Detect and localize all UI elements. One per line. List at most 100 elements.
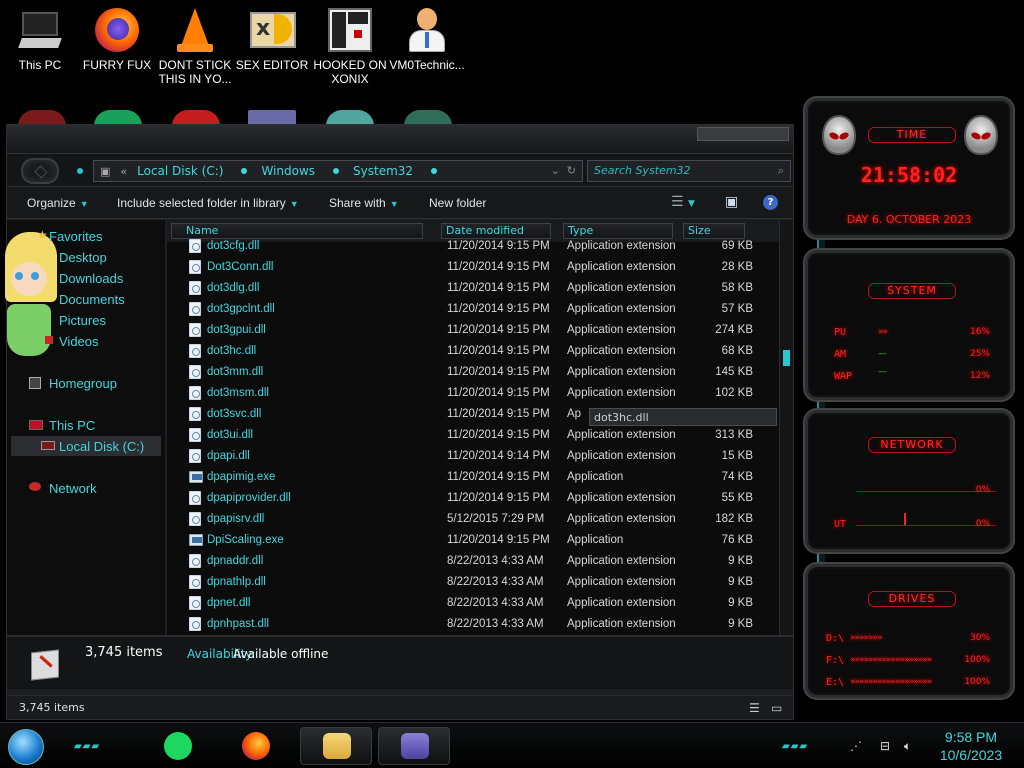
breadcrumb-system32[interactable]: System32 (353, 164, 413, 178)
breadcrumb-back[interactable]: « (120, 165, 127, 178)
preview-pane-icon[interactable]: ▣ (725, 194, 738, 210)
table-row[interactable]: dpapisrv.dll 5/12/2015 7:29 PM Application… (167, 509, 779, 530)
file-size: 274 KB (715, 324, 753, 336)
thumbnail-view-icon[interactable]: ▭ (771, 701, 782, 715)
table-row[interactable]: dpnhpast.dll 8/22/2013 4:33 AM Application… (167, 614, 779, 635)
table-row[interactable]: dot3dlg.dll 11/20/2014 9:15 PM Application… (167, 278, 779, 299)
app-taskbar-button[interactable] (378, 727, 450, 765)
table-row[interactable]: DpiScaling.exe 11/20/2014 9:15 PM Applicat… (167, 530, 779, 551)
breadcrumb-windows[interactable]: Windows (261, 164, 315, 178)
search-icon[interactable]: ⌕ (778, 164, 784, 178)
sidebar-item-desktop[interactable]: Desktop (59, 250, 107, 265)
table-row[interactable]: dpapi.dll 11/20/2014 9:14 PM Application e… (167, 446, 779, 467)
vertical-scrollbar[interactable] (779, 220, 793, 635)
sidebar-item-local-disk[interactable]: Local Disk (C:) (11, 436, 161, 456)
file-type: Application extension (567, 387, 676, 399)
scrollbar-thumb[interactable] (783, 350, 790, 366)
sidebar-item-downloads[interactable]: Downloads (59, 271, 123, 286)
sidebar-item-homegroup[interactable]: Homegroup (49, 376, 117, 391)
explorer-taskbar-button[interactable] (300, 727, 372, 765)
file-size: 55 KB (721, 492, 753, 504)
view-options-icon[interactable]: ☰ ▼ (671, 194, 695, 210)
spotify-icon (164, 732, 192, 760)
volume-icon[interactable]: 🔈︎ (904, 739, 911, 754)
dll-file-icon (189, 386, 201, 400)
table-row[interactable]: dpapiprovider.dll 11/20/2014 9:15 PM Appli… (167, 488, 779, 509)
desktop-icon-vm0technic[interactable]: VM0Technic... (389, 6, 465, 90)
file-date: 11/20/2014 9:15 PM (447, 492, 550, 504)
spotify-taskbar-button[interactable] (150, 727, 210, 765)
doctor-avatar-icon (403, 6, 451, 54)
file-type: Application extension (567, 576, 676, 588)
network-tray-icon[interactable]: ⊟ (880, 739, 890, 753)
file-type: Application extension (567, 261, 676, 273)
details-pane: 3,745 items Availability: Available offl… (7, 635, 793, 689)
sidebar-item-documents[interactable]: Documents (59, 292, 125, 307)
desktop-icon-firefox[interactable]: FURRY FUX (79, 6, 155, 90)
table-row[interactable]: dpapimig.exe 11/20/2014 9:15 PM Applicatio… (167, 467, 779, 488)
include-in-library-button[interactable]: Include selected folder in library ▼ (117, 196, 299, 210)
file-name: dpapisrv.dll (207, 513, 265, 525)
dll-file-icon (189, 596, 201, 610)
table-row[interactable]: dot3hc.dll 11/20/2014 9:15 PM Application … (167, 341, 779, 362)
address-dropdown-refresh-icon[interactable]: ⌄ ↻ (551, 164, 576, 177)
window-titlebar[interactable] (7, 125, 793, 153)
new-folder-button[interactable]: New folder (429, 196, 486, 210)
desktop-icon-this-pc[interactable]: This PC (2, 6, 78, 90)
table-row[interactable]: Dot3Conn.dll 11/20/2014 9:15 PM Applicatio… (167, 257, 779, 278)
breadcrumb-local-disk[interactable]: Local Disk (C:) (137, 164, 223, 178)
file-type: Application extension (567, 240, 676, 252)
file-size: 182 KB (715, 513, 753, 525)
file-name: Dot3Conn.dll (207, 261, 274, 273)
desktop-icon-vlc[interactable]: DONT STICK THIS IN YO... (157, 6, 233, 90)
sidebar-item-favorites[interactable]: Favorites (49, 229, 102, 244)
table-row[interactable]: dpnathlp.dll 8/22/2013 4:33 AM Application… (167, 572, 779, 593)
firefox-taskbar-button[interactable] (228, 727, 288, 765)
file-size: 9 KB (728, 597, 753, 609)
table-row[interactable]: dot3cfg.dll 11/20/2014 9:15 PM Application… (167, 236, 779, 257)
details-view-icon[interactable]: ☰ (749, 701, 760, 715)
item-count: 3,745 items (85, 645, 163, 660)
sidebar-item-videos[interactable]: Videos (59, 334, 99, 349)
help-icon[interactable]: ? (763, 195, 778, 210)
table-row[interactable]: dot3gpui.dll 11/20/2014 9:15 PM Applicatio… (167, 320, 779, 341)
command-bar: Organize ▼ Include selected folder in lib… (7, 187, 793, 219)
table-row[interactable]: dot3ui.dll 11/20/2014 9:15 PM Application … (167, 425, 779, 446)
table-row[interactable]: dpnet.dll 8/22/2013 4:33 AM Application ex… (167, 593, 779, 614)
file-date: 11/20/2014 9:15 PM (447, 471, 550, 483)
table-row[interactable]: dot3msm.dll 11/20/2014 9:15 PM Application… (167, 383, 779, 404)
desktop-icon-hex-editor[interactable]: x SEX EDITOR (234, 6, 310, 90)
organize-button[interactable]: Organize ▼ (27, 196, 89, 210)
table-row[interactable]: dpnaddr.dll 8/22/2013 4:33 AM Application … (167, 551, 779, 572)
file-date: 8/22/2013 4:33 AM (447, 555, 544, 567)
desktop-icon-xonix[interactable]: HOOKED ON XONIX (312, 6, 388, 90)
address-bar[interactable]: ▣ « Local Disk (C:) Windows System32 ⌄ ↻ (93, 160, 583, 182)
time-gadget-title: TIME (868, 127, 956, 143)
start-button[interactable] (8, 729, 44, 765)
file-size: 76 KB (721, 534, 753, 546)
show-hidden-icons-icon[interactable]: ⋰ (850, 739, 862, 753)
computer-icon (16, 6, 64, 54)
table-row[interactable]: dot3gpclnt.dll 11/20/2014 9:15 PM Applicat… (167, 299, 779, 320)
share-with-button[interactable]: Share with ▼ (329, 196, 399, 210)
window-caption-buttons[interactable] (697, 127, 789, 141)
sidebar-item-network[interactable]: Network (49, 481, 97, 496)
file-size: 57 KB (721, 303, 753, 315)
table-row[interactable]: dot3mm.dll 11/20/2014 9:15 PM Application … (167, 362, 779, 383)
system-gadget[interactable]: SYSTEM PU »» 16% AM — 25% WAP — 12% (805, 250, 1013, 400)
drives-gadget[interactable]: DRIVES D:\ »»»»»»» 30% F:\ »»»»»»»»»»»»»… (805, 564, 1013, 698)
swap-label: WAP (834, 371, 853, 382)
network-gadget[interactable]: NETWORK 0% UT 0% (805, 410, 1013, 552)
file-type: Application extension (567, 366, 676, 378)
window-app-icon (401, 733, 429, 759)
desktop-icon-label: VM0Technic... (389, 58, 465, 72)
desktop-icon-label: SEX EDITOR (235, 58, 309, 72)
file-name: dpnaddr.dll (207, 555, 264, 567)
nav-dot-icon (77, 168, 83, 174)
system-clock[interactable]: 9:58 PM 10/6/2023 (926, 728, 1016, 764)
search-input[interactable]: Search System32 ⌕ (587, 160, 791, 182)
sidebar-item-pictures[interactable]: Pictures (59, 313, 106, 328)
time-gadget[interactable]: TIME 21:58:02 DAY 6. OCTOBER 2023 (805, 98, 1013, 238)
back-forward-button[interactable] (21, 158, 59, 184)
sidebar-item-this-pc[interactable]: This PC (49, 418, 95, 433)
